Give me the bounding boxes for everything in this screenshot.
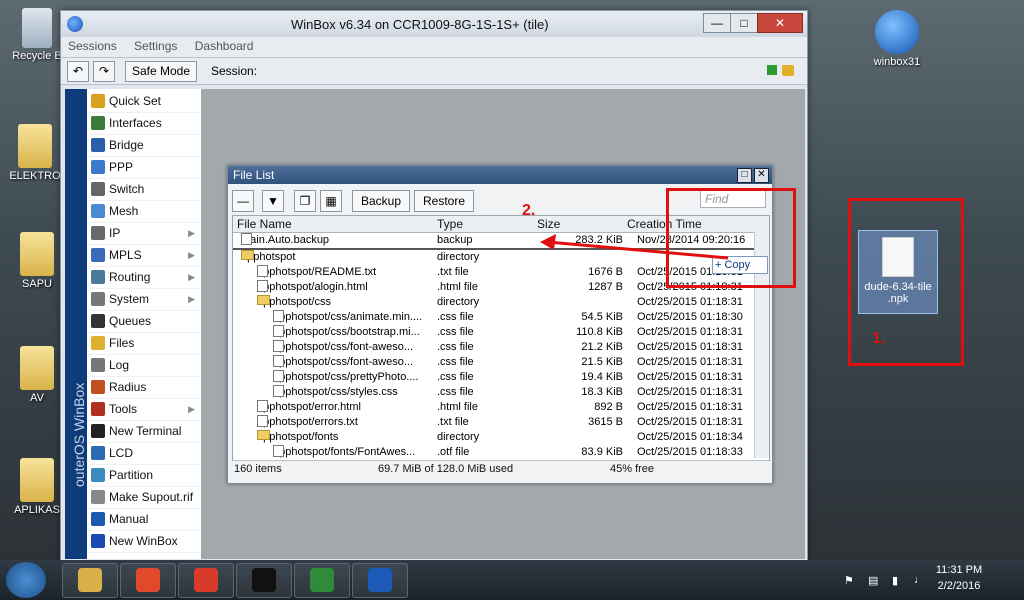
taskbar-apps-button[interactable]	[120, 563, 176, 598]
taskbar-file-explorer-button[interactable]	[62, 563, 118, 598]
volume-icon[interactable]: ♩	[914, 574, 925, 586]
system-tray: ⚑ ▤ ▮ ♩ 11:31 PM 2/2/2016	[824, 560, 1024, 600]
start-button[interactable]	[6, 562, 46, 598]
taskbar-cmd-button[interactable]	[236, 563, 292, 598]
flag-icon[interactable]: ⚑	[844, 574, 854, 587]
excel-icon	[310, 568, 334, 592]
clock[interactable]: 11:31 PM 2/2/2016	[934, 564, 984, 592]
annotation-arrow	[540, 234, 729, 260]
apps-icon	[136, 568, 160, 592]
chrome-icon	[194, 568, 218, 592]
taskbar-excel-button[interactable]	[294, 563, 350, 598]
taskbar-chrome-button[interactable]	[178, 563, 234, 598]
winbox-icon	[368, 568, 392, 592]
taskbar: ⚑ ▤ ▮ ♩ 11:31 PM 2/2/2016	[0, 560, 1024, 600]
battery-icon[interactable]: ▮	[892, 574, 898, 587]
cmd-icon	[252, 568, 276, 592]
file-explorer-icon	[78, 568, 102, 592]
network-icon[interactable]: ▤	[868, 574, 878, 587]
taskbar-winbox-button[interactable]	[352, 563, 408, 598]
